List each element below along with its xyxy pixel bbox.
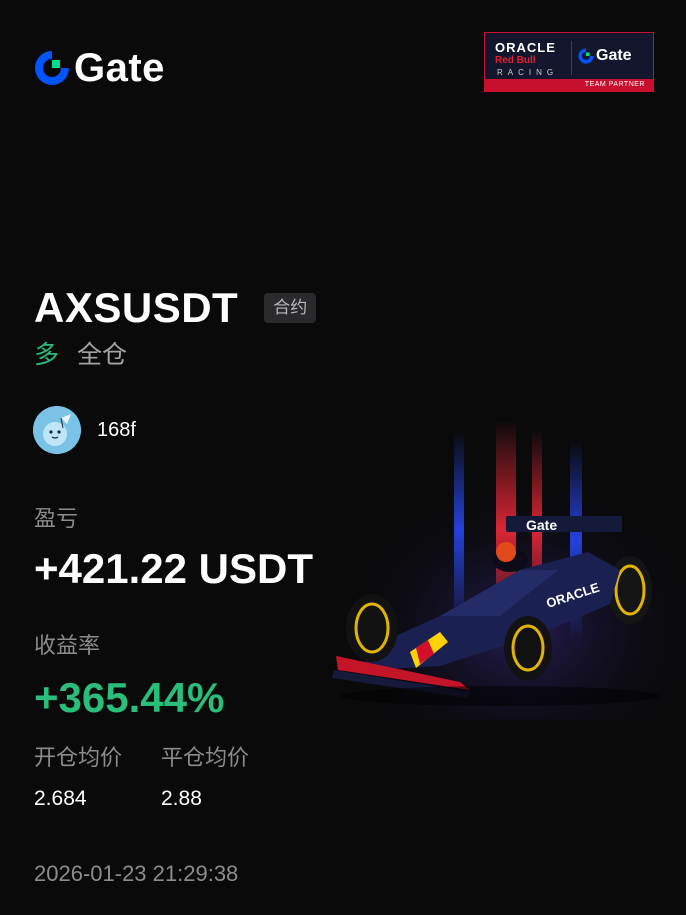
gate-logo: Gate bbox=[34, 48, 165, 88]
pnl-value: +421.22 USDT bbox=[34, 545, 313, 592]
entry-price-label: 开仓均价 bbox=[34, 745, 123, 770]
gate-logo-icon bbox=[578, 48, 594, 64]
team-partner-badge: ORACLE Red Bull RACING Gate TEAM PARTNER bbox=[484, 32, 654, 92]
exit-price-block: 平仓均价 2.88 bbox=[161, 744, 249, 812]
brand-name: Gate bbox=[74, 46, 165, 90]
username: 168f bbox=[97, 418, 136, 441]
position-header: AXSUSDT 合约 bbox=[34, 284, 317, 332]
oracle-logo-text: ORACLE bbox=[495, 40, 556, 55]
margin-mode: 全仓 bbox=[77, 341, 128, 369]
team-partner-caption: TEAM PARTNER bbox=[485, 79, 653, 91]
badge-divider bbox=[571, 41, 572, 75]
red-bull-logo-text: Red Bull bbox=[495, 55, 536, 66]
avatar-icon bbox=[33, 406, 81, 454]
trading-pair: AXSUSDT bbox=[34, 284, 239, 331]
contract-tag: 合约 bbox=[264, 293, 317, 323]
svg-text:Gate: Gate bbox=[526, 517, 557, 533]
position-side: 多 bbox=[34, 341, 60, 369]
roi-value: +365.44% bbox=[34, 674, 225, 721]
exit-price-value: 2.88 bbox=[161, 787, 202, 810]
badge-gate-logo: Gate bbox=[578, 47, 632, 65]
roi-label: 收益率 bbox=[34, 633, 101, 658]
entry-price-block: 开仓均价 2.684 bbox=[34, 744, 122, 812]
exit-price-label: 平仓均价 bbox=[161, 745, 250, 770]
f1-race-car-illustration: Gate ORACLE bbox=[320, 420, 686, 720]
badge-gate-text: Gate bbox=[596, 47, 632, 64]
timestamp: 2026-01-23 21:29:38 bbox=[34, 861, 239, 886]
gate-logo-icon bbox=[35, 51, 69, 85]
pnl-label: 盈亏 bbox=[34, 506, 79, 531]
position-side-row: 多 全仓 bbox=[34, 340, 127, 370]
entry-price-value: 2.684 bbox=[34, 787, 87, 810]
user-row: 168f bbox=[33, 406, 136, 454]
racing-logo-text: RACING bbox=[497, 68, 559, 77]
